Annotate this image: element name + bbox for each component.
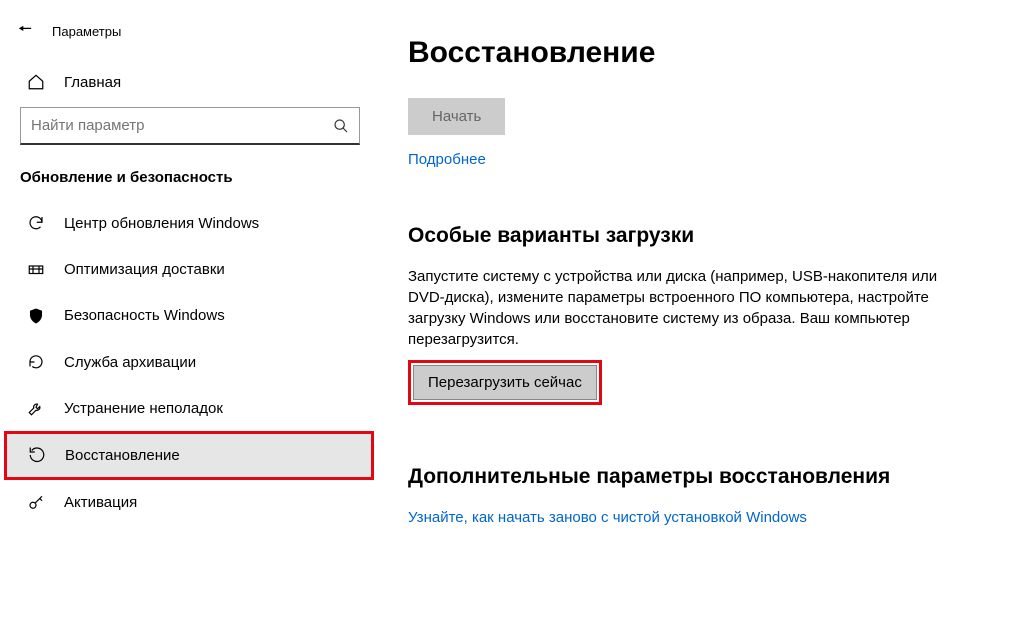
- sidebar-item-label: Оптимизация доставки: [64, 261, 225, 278]
- sidebar: 🠔 Параметры Главная Обновление и безопас…: [0, 0, 380, 629]
- sidebar-item-label: Служба архивации: [64, 354, 196, 371]
- sidebar-item-windows-update[interactable]: Центр обновления Windows: [0, 200, 380, 246]
- advanced-startup-heading: Особые варианты загрузки: [408, 224, 996, 248]
- sidebar-item-label: Безопасность Windows: [64, 307, 225, 324]
- wrench-icon: [26, 399, 46, 417]
- restart-now-button[interactable]: Перезагрузить сейчас: [413, 365, 597, 400]
- search-input[interactable]: [20, 107, 360, 145]
- page-title: Восстановление: [408, 36, 996, 70]
- sidebar-nav: Центр обновления Windows Оптимизация дос…: [0, 200, 380, 526]
- delivery-icon: [26, 260, 46, 278]
- sidebar-home-label: Главная: [64, 74, 121, 91]
- sidebar-item-activation[interactable]: Активация: [0, 480, 380, 526]
- sidebar-item-label: Восстановление: [65, 447, 180, 464]
- sidebar-item-home[interactable]: Главная: [0, 63, 380, 107]
- titlebar: 🠔 Параметры: [0, 12, 380, 63]
- sidebar-item-delivery-optimization[interactable]: Оптимизация доставки: [0, 246, 380, 292]
- app-title: Параметры: [52, 24, 121, 39]
- shield-icon: [26, 307, 46, 325]
- restart-highlight: Перезагрузить сейчас: [408, 360, 602, 405]
- sidebar-item-label: Устранение неполадок: [64, 400, 223, 417]
- key-icon: [26, 494, 46, 512]
- more-info-link[interactable]: Подробнее: [408, 151, 486, 168]
- sidebar-item-backup[interactable]: Служба архивации: [0, 339, 380, 385]
- main-content: Восстановление Начать Подробнее Особые в…: [380, 0, 1024, 629]
- recovery-icon: [27, 446, 47, 464]
- advanced-startup-description: Запустите систему с устройства или диска…: [408, 266, 968, 350]
- start-button[interactable]: Начать: [408, 98, 505, 135]
- sidebar-item-windows-security[interactable]: Безопасность Windows: [0, 293, 380, 339]
- sidebar-item-label: Центр обновления Windows: [64, 215, 259, 232]
- back-icon[interactable]: 🠔: [18, 18, 32, 45]
- sidebar-category: Обновление и безопасность: [0, 145, 380, 200]
- more-recovery-heading: Дополнительные параметры восстановления: [408, 465, 996, 489]
- fresh-start-link[interactable]: Узнайте, как начать заново с чистой уста…: [408, 509, 807, 526]
- sync-icon: [26, 214, 46, 232]
- search-field[interactable]: [31, 117, 333, 134]
- sidebar-item-label: Активация: [64, 494, 137, 511]
- sidebar-item-troubleshoot[interactable]: Устранение неполадок: [0, 385, 380, 431]
- sidebar-item-recovery[interactable]: Восстановление: [4, 431, 374, 479]
- backup-icon: [26, 353, 46, 371]
- home-icon: [26, 73, 46, 91]
- search-icon: [333, 117, 349, 134]
